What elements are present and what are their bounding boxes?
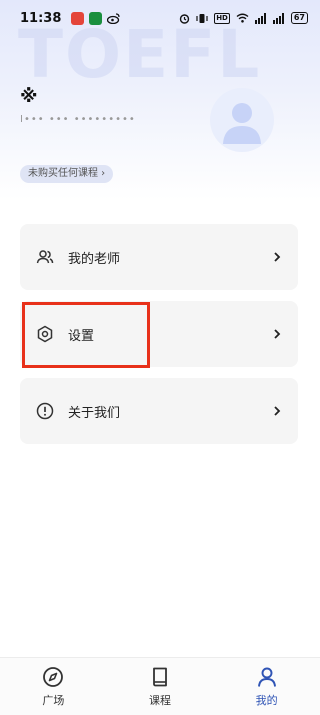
notification-app-icon xyxy=(71,11,85,25)
menu-item-label: 我的老师 xyxy=(68,251,121,267)
bottom-navigation: 广场 课程 我的 xyxy=(0,657,320,715)
menu-item-about-us[interactable]: 关于我们 xyxy=(20,378,298,444)
notification-app-icon xyxy=(89,11,103,25)
nav-tab-label: 我的 xyxy=(255,694,278,707)
menu-item-label: 关于我们 xyxy=(68,405,121,421)
info-circle-icon xyxy=(36,402,54,420)
chevron-right-icon xyxy=(274,406,281,416)
wifi-icon xyxy=(236,13,249,23)
hd-icon: HD xyxy=(214,12,230,24)
nav-tab-label: 广场 xyxy=(42,694,65,707)
user-id: I••• ••• ••••••••• xyxy=(20,114,136,125)
nav-tab-courses[interactable]: 课程 xyxy=(107,658,214,715)
nav-tab-label: 课程 xyxy=(149,694,171,707)
vibrate-icon xyxy=(196,13,208,23)
compass-icon xyxy=(43,667,64,687)
signal-icon xyxy=(272,12,284,24)
course-status-tag[interactable]: 未购买任何课程 › xyxy=(20,165,114,183)
highlight-annotation-box xyxy=(22,302,150,368)
avatar[interactable] xyxy=(210,88,274,152)
users-icon xyxy=(36,250,54,264)
weibo-icon xyxy=(107,12,120,24)
alarm-icon xyxy=(179,13,190,24)
chevron-right-icon xyxy=(274,252,281,262)
status-bar: 11:38 HD 67 xyxy=(0,0,320,36)
menu-item-my-teachers[interactable]: 我的老师 xyxy=(20,224,298,290)
username: ※ xyxy=(20,86,38,107)
battery-indicator: 67 xyxy=(290,12,308,24)
nav-tab-square[interactable]: 广场 xyxy=(0,658,107,715)
status-time: 11:38 xyxy=(20,10,62,26)
chevron-right-icon xyxy=(274,329,281,339)
person-icon xyxy=(257,667,276,687)
book-icon xyxy=(153,667,167,687)
signal-icon xyxy=(254,12,266,24)
avatar-placeholder-icon xyxy=(223,103,261,144)
nav-tab-mine[interactable]: 我的 xyxy=(213,658,320,715)
